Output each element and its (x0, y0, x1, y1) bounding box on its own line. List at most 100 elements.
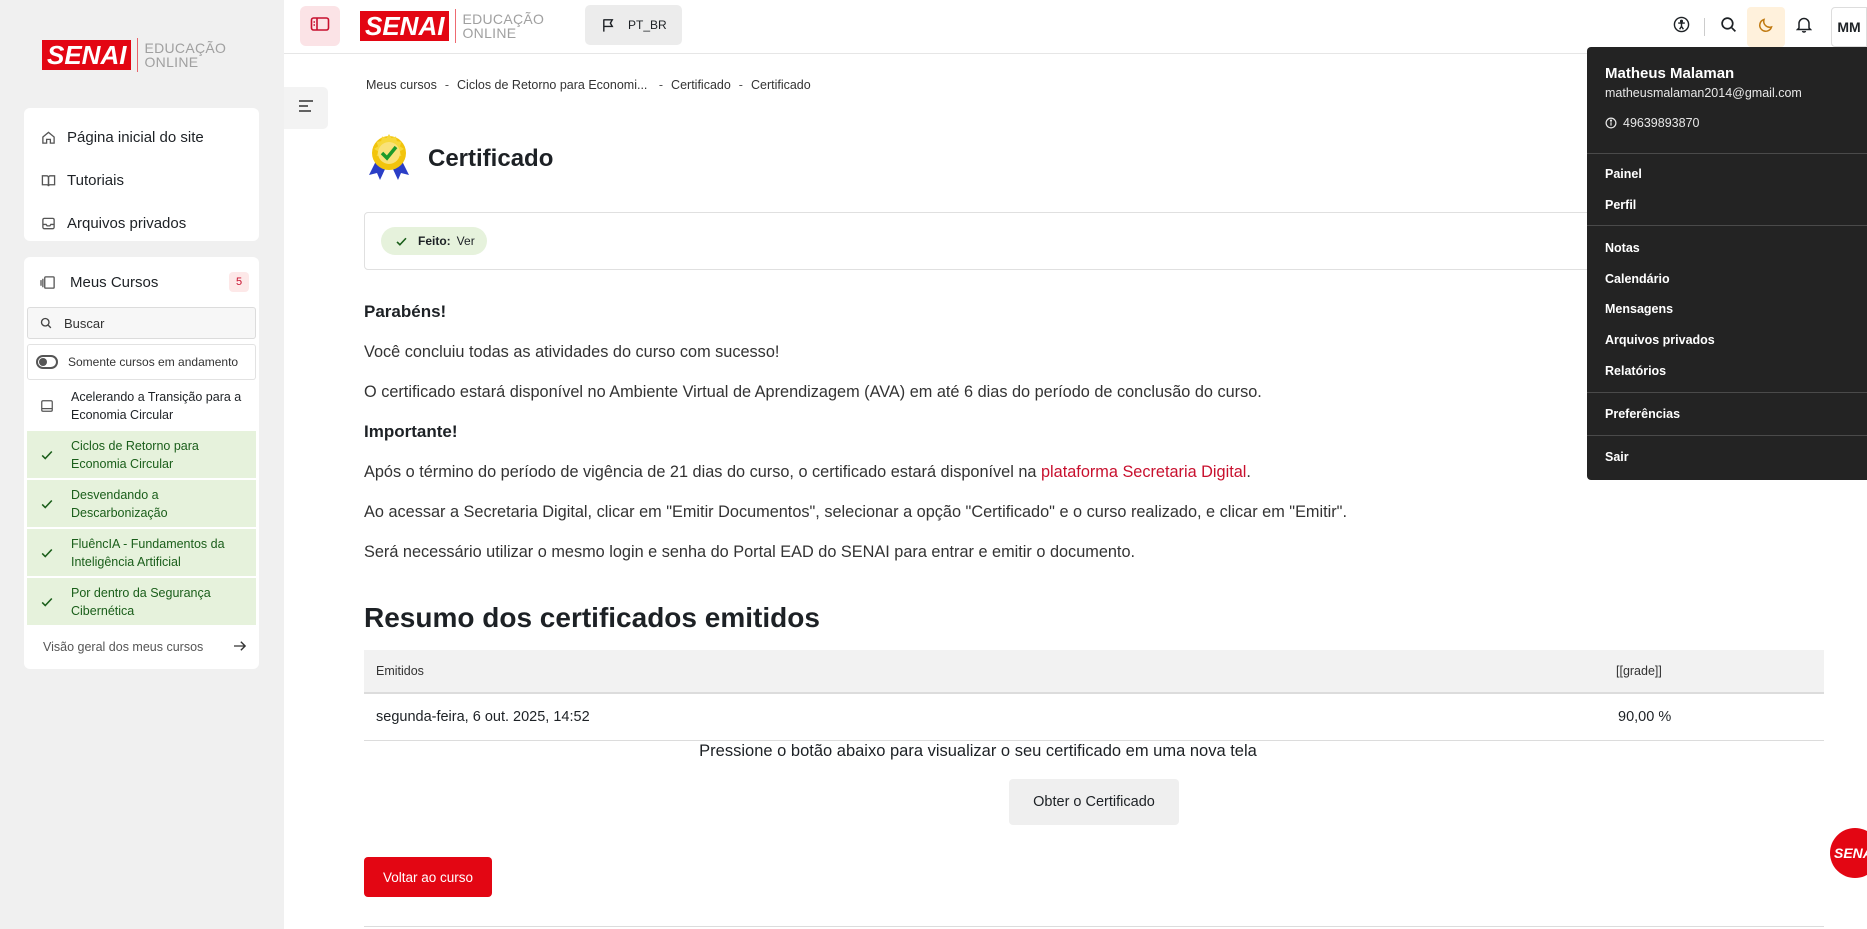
course-title: Ciclos de Retorno para Economia Circular (71, 437, 199, 473)
senai-logo[interactable]: SENAI EDUCAÇÃO ONLINE (42, 38, 226, 72)
course-item[interactable]: FluêncIA - Fundamentos da Inteligência Ar… (27, 529, 256, 576)
logo-divider (455, 9, 457, 43)
user-menu-dropdown: Matheus Malaman matheusmalaman2014@gmail… (1587, 47, 1867, 480)
notifications-button[interactable] (1785, 7, 1823, 47)
senai-wordmark: SENAI (360, 11, 450, 41)
logo-subtitle-line2: ONLINE (144, 54, 199, 70)
course-title: Acelerando a Transição para a Economia Ci… (71, 388, 241, 424)
sidebar: SENAI EDUCAÇÃO ONLINE Página inicial do … (0, 0, 284, 929)
logo-subtitle: EDUCAÇÃO ONLINE (144, 41, 226, 69)
accessibility-button[interactable] (1662, 7, 1700, 47)
course-search-input[interactable]: Buscar (27, 307, 256, 339)
course-item[interactable]: Desvendando a Descarbonização (27, 480, 256, 527)
certificate-award-icon (364, 131, 414, 186)
user-name: Matheus Malaman (1605, 65, 1735, 82)
search-icon (1720, 16, 1737, 38)
summary-heading: Resumo dos certificados emitidos (364, 602, 820, 633)
course-book-icon (39, 399, 55, 413)
senai-chat-bubble[interactable]: SENAI (1830, 828, 1867, 878)
course-title-line1: Desvendando a (71, 487, 159, 502)
course-item[interactable]: Acelerando a Transição para a Economia Ci… (27, 382, 256, 429)
accessibility-icon (1673, 16, 1690, 38)
user-id: 49639893870 (1605, 116, 1699, 130)
get-certificate-button[interactable]: Obter o Certificado (1009, 779, 1179, 825)
sidebar-toggle-button[interactable] (300, 6, 340, 46)
course-title: Por dentro da Segurança Cibernética (71, 584, 211, 620)
course-item[interactable]: Por dentro da Segurança Cibernética (27, 578, 256, 625)
breadcrumb-separator: - (655, 78, 664, 92)
nav-item-label: Tutoriais (67, 172, 124, 189)
user-email: matheusmalaman2014@gmail.com (1605, 86, 1802, 100)
user-avatar-button[interactable]: MM (1831, 7, 1867, 47)
nav-item-private-files[interactable]: Arquivos privados (24, 202, 259, 245)
course-title-line1: Ciclos de Retorno para (71, 438, 199, 453)
nav-item-tutorials[interactable]: Tutoriais (24, 159, 259, 202)
menu-item-perfil[interactable]: Perfil (1605, 198, 1636, 212)
user-id-value: 49639893870 (1623, 116, 1700, 130)
back-to-course-button[interactable]: Voltar ao curso (364, 857, 492, 897)
navbar-actions: MM (1662, 0, 1867, 54)
sidebar-toggle-icon (310, 16, 330, 37)
course-item[interactable]: Ciclos de Retorno para Economia Circular (27, 431, 256, 478)
courses-icon (40, 274, 58, 290)
course-index-toggle[interactable] (284, 87, 328, 129)
toggle-label: Somente cursos em andamento (68, 355, 239, 369)
book-open-icon (40, 173, 56, 189)
column-header-grade: [[grade]] (1616, 664, 1662, 678)
page-title: Certificado (428, 144, 554, 172)
menu-divider (1587, 435, 1867, 436)
breadcrumb-item[interactable]: Meus cursos (366, 78, 437, 92)
breadcrumb-separator: - (738, 78, 743, 92)
menu-item-sair[interactable]: Sair (1605, 450, 1629, 464)
menu-item-painel[interactable]: Painel (1605, 167, 1642, 181)
menu-item-notas[interactable]: Notas (1605, 241, 1640, 255)
courses-count-badge: 5 (229, 272, 249, 292)
course-title-line2: Economia Circular (71, 456, 174, 471)
course-title-line2: Inteligência Artificial (71, 554, 181, 569)
overview-link-label: Visão geral dos meus cursos (43, 640, 204, 654)
search-icon (40, 317, 52, 329)
completion-value: Ver (456, 234, 475, 248)
secretaria-digital-link[interactable]: plataforma Secretaria Digital (1041, 463, 1246, 481)
home-icon (40, 130, 56, 146)
flag-icon (601, 17, 616, 33)
course-title-line2: Descarbonização (71, 505, 168, 520)
align-left-icon (298, 99, 314, 117)
menu-item-relatorios[interactable]: Relatórios (1605, 364, 1666, 378)
menu-item-preferencias[interactable]: Preferências (1605, 407, 1680, 421)
divider (364, 926, 1824, 927)
course-title-line1: Acelerando a Transição para a (71, 389, 242, 404)
search-placeholder: Buscar (64, 315, 105, 331)
check-icon (39, 546, 55, 560)
my-courses-header[interactable]: Meus Cursos 5 (24, 257, 259, 307)
navbar-divider (1704, 18, 1705, 36)
check-icon (39, 497, 55, 511)
paragraph-text: Após o término do período de vigência de… (364, 463, 1041, 481)
search-button[interactable] (1709, 7, 1747, 47)
completion-status-badge: Feito: Ver (381, 227, 487, 255)
logo-subtitle-line2: ONLINE (462, 25, 517, 41)
header-logo[interactable]: SENAI EDUCAÇÃO ONLINE (360, 9, 544, 43)
breadcrumb-separator: - (444, 78, 450, 92)
menu-item-calendario[interactable]: Calendário (1605, 272, 1670, 286)
info-icon (1605, 117, 1617, 129)
courses-overview-link[interactable]: Visão geral dos meus cursos (24, 625, 259, 669)
breadcrumb-item[interactable]: Ciclos de Retorno para Economi... (457, 78, 647, 92)
table-row: segunda-feira, 6 out. 2025, 14:52 90,00 … (364, 694, 1824, 741)
dark-mode-toggle[interactable] (1747, 7, 1785, 47)
in-progress-toggle[interactable] (36, 355, 58, 369)
certificates-table: Emitidos [[grade]] segunda-feira, 6 out.… (364, 650, 1824, 741)
nav-item-home[interactable]: Página inicial do site (24, 116, 259, 159)
language-selector[interactable]: PT_BR (585, 5, 682, 45)
arrow-right-icon (233, 640, 247, 655)
menu-divider (1587, 392, 1867, 393)
in-progress-toggle-row[interactable]: Somente cursos em andamento (27, 344, 256, 380)
moon-icon (1758, 17, 1774, 38)
logo-subtitle: EDUCAÇÃO ONLINE (462, 12, 544, 40)
top-navbar: SENAI EDUCAÇÃO ONLINE PT_BR MM (284, 0, 1867, 54)
menu-item-arquivos-privados[interactable]: Arquivos privados (1605, 333, 1715, 347)
logo-divider (137, 38, 139, 72)
menu-item-mensagens[interactable]: Mensagens (1605, 302, 1673, 316)
breadcrumb-item[interactable]: Certificado (671, 78, 731, 92)
check-icon (39, 595, 55, 609)
